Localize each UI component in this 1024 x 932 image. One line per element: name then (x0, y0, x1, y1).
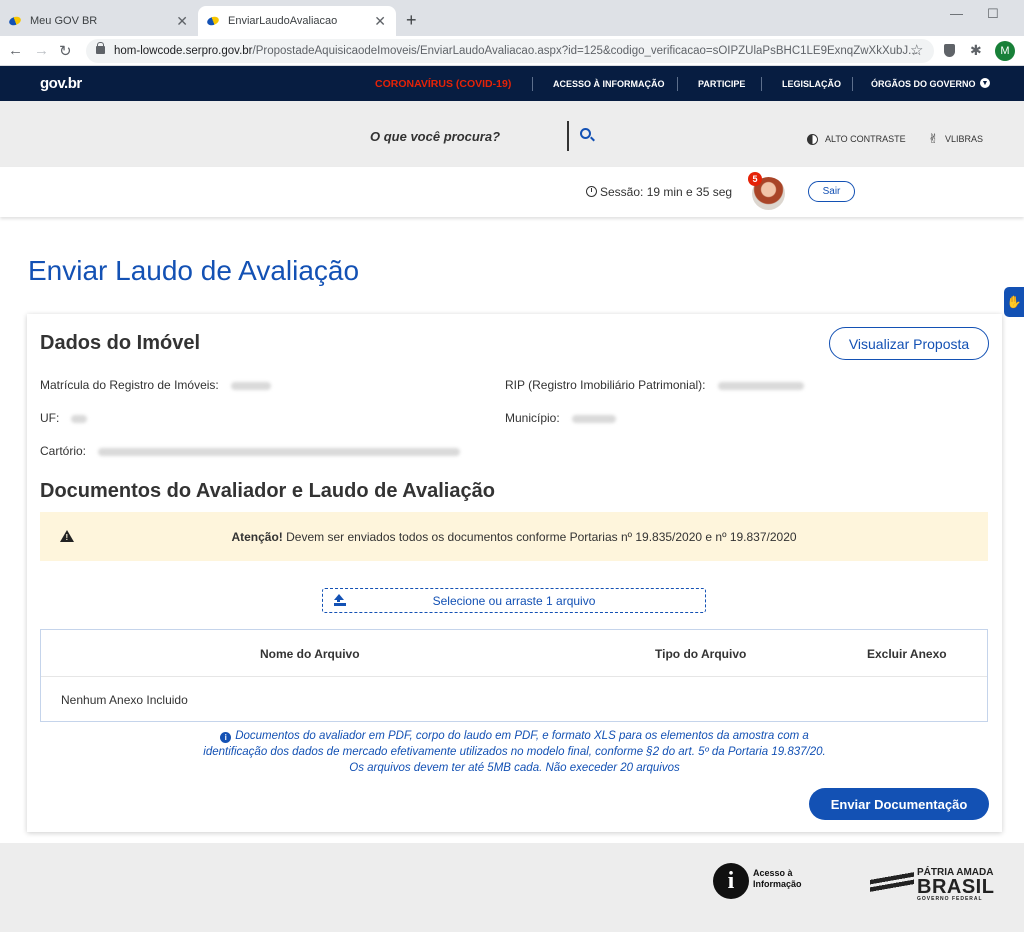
brasil-flag-logo-icon (870, 867, 914, 899)
field-label: UF: (40, 411, 60, 425)
info-line-3: Os arquivos devem ter até 5MB cada. Não … (349, 762, 680, 774)
tab-title: EnviarLaudoAvaliacao (228, 15, 338, 27)
field-cartorio: Cartório: (40, 444, 461, 458)
field-label: RIP (Registro Imobiliário Patrimonial): (505, 378, 706, 392)
redacted-value (98, 447, 461, 456)
page-title: Enviar Laudo de Avaliação (28, 255, 360, 286)
profile-avatar[interactable]: M (995, 41, 1015, 61)
new-tab-icon[interactable]: + (406, 10, 417, 31)
redacted-value (71, 414, 88, 423)
reload-icon[interactable]: ↻ (59, 42, 72, 60)
forward-arrow-icon[interactable]: → (34, 42, 49, 59)
minimize-icon[interactable]: — (950, 6, 963, 21)
view-proposal-button[interactable]: Visualizar Proposta (829, 327, 989, 360)
extensions-puzzle-icon[interactable]: ✱ (970, 42, 982, 59)
notification-badge[interactable]: 5 (748, 172, 762, 186)
redacted-value (571, 414, 616, 423)
chevron-down-icon[interactable]: ▼ (980, 78, 990, 88)
field-municipio: Município: (505, 411, 616, 425)
file-upload-dropzone[interactable]: Selecione ou arraste 1 arquivo (322, 588, 706, 613)
govbr-favicon-icon (206, 14, 220, 28)
empty-table-message: Nenhum Anexo Incluido (61, 693, 188, 707)
url-field[interactable]: hom-lowcode.serpro.gov.br/PropostadeAqui… (86, 39, 934, 63)
field-rip: RIP (Registro Imobiliário Patrimonial): (505, 378, 804, 392)
acesso-line-1: Acesso à (753, 868, 793, 878)
main-card: Dados do Imóvel Visualizar Proposta Matr… (27, 314, 1002, 832)
browser-tab-enviar-laudo[interactable]: EnviarLaudoAvaliacao ✕ (198, 6, 396, 36)
logout-button[interactable]: Sair (808, 181, 855, 202)
browser-addressbar: ← → ↻ hom-lowcode.serpro.gov.br/Proposta… (0, 36, 1024, 66)
vlibras-hands-icon[interactable]: ✌ (928, 131, 939, 147)
search-bar: O que você procura? ALTO CONTRASTE ✌ VLI… (0, 101, 1024, 167)
alert-body: Devem ser enviados todos os documentos c… (282, 530, 797, 544)
footer: i Acesso à Informação PÁTRIA AMADA BRASI… (0, 843, 1024, 932)
info-line-2: identificação dos dados de mercado efeti… (203, 746, 826, 758)
upload-icon (333, 594, 344, 606)
field-uf: UF: (40, 411, 88, 425)
alert-bold: Atenção! (231, 530, 283, 544)
documents-section-title: Documentos do Avaliador e Laudo de Avali… (40, 480, 495, 502)
extension-shield-icon[interactable] (944, 44, 955, 57)
govbr-logo[interactable]: gov.br (40, 75, 82, 92)
field-label: Município: (505, 411, 560, 425)
nav-participe[interactable]: PARTICIPE (698, 79, 745, 89)
search-divider (567, 121, 569, 151)
upload-label: Selecione ou arraste 1 arquivo (432, 593, 596, 608)
search-icon[interactable] (580, 128, 591, 139)
acesso-informacao-link[interactable]: Acesso à Informação (753, 868, 802, 890)
column-header: Excluir Anexo (867, 647, 947, 661)
nav-orgaos-governo[interactable]: ÓRGÃOS DO GOVERNO (871, 79, 976, 89)
bookmark-star-icon[interactable]: ☆ (910, 41, 923, 59)
field-label: Cartório: (40, 444, 87, 458)
nav-separator (852, 77, 853, 91)
table-divider (41, 676, 987, 677)
maximize-icon[interactable]: ☐ (987, 6, 999, 22)
back-arrow-icon[interactable]: ← (8, 42, 23, 59)
property-section-title: Dados do Imóvel (40, 332, 201, 354)
acesso-informacao-icon[interactable]: i (713, 863, 749, 899)
close-tab-icon[interactable]: ✕ (176, 13, 188, 30)
vlibras-button[interactable]: VLIBRAS (945, 134, 983, 144)
lock-icon (96, 42, 105, 54)
close-tab-icon[interactable]: ✕ (374, 13, 386, 30)
session-bar: Sessão: 19 min e 35 seg 5 Sair (0, 167, 1024, 217)
nav-legislacao[interactable]: LEGISLAÇÃO (782, 79, 841, 89)
field-matricula: Matrícula do Registro de Imóveis: (40, 378, 271, 392)
upload-instructions: i Documentos do avaliador em PDF, corpo d… (27, 728, 1002, 776)
redacted-value (717, 381, 804, 390)
high-contrast-button[interactable]: ALTO CONTRASTE (825, 134, 906, 144)
nav-separator (761, 77, 762, 91)
clock-icon (586, 186, 597, 197)
info-line-1: Documentos do avaliador em PDF, corpo do… (235, 730, 809, 742)
vlibras-widget-icon[interactable]: ✋ (1004, 287, 1024, 317)
redacted-value (230, 381, 271, 390)
high-contrast-icon[interactable] (807, 134, 818, 145)
covid-link[interactable]: CORONAVÍRUS (COVID-19) (375, 78, 511, 90)
govbr-top-nav: gov.br CORONAVÍRUS (COVID-19) ACESSO À I… (0, 66, 1024, 101)
field-label: Matrícula do Registro de Imóveis: (40, 378, 219, 392)
acesso-line-2: Informação (753, 879, 802, 889)
session-timer: Sessão: 19 min e 35 seg (600, 185, 733, 199)
column-header: Tipo do Arquivo (655, 647, 747, 661)
browser-tabbar: Meu GOV BR ✕ EnviarLaudoAvaliacao ✕ + — … (0, 0, 1024, 36)
attachments-table: Nome do Arquivo Tipo do Arquivo Excluir … (40, 629, 988, 722)
url-host: hom-lowcode.serpro.gov.br (114, 45, 253, 57)
tab-title: Meu GOV BR (30, 15, 98, 27)
browser-tab-meu-gov[interactable]: Meu GOV BR ✕ (0, 6, 198, 36)
url-path: /PropostadeAquisicaodeImoveis/EnviarLaud… (252, 45, 918, 57)
info-icon: i (220, 732, 232, 743)
nav-separator (532, 77, 533, 91)
alert-message: Atenção! Devem ser enviados todos os doc… (40, 530, 988, 544)
brasil-logo-line-3: GOVERNO FEDERAL (917, 896, 983, 902)
nav-acesso-informacao[interactable]: ACESSO À INFORMAÇÃO (553, 79, 665, 89)
govbr-favicon-icon (8, 14, 22, 28)
attention-alert: ! Atenção! Devem ser enviados todos os d… (40, 512, 988, 561)
nav-separator (677, 77, 678, 91)
search-prompt[interactable]: O que você procura? (370, 129, 500, 144)
submit-documents-button[interactable]: Enviar Documentação (809, 788, 989, 820)
column-header: Nome do Arquivo (260, 647, 360, 661)
